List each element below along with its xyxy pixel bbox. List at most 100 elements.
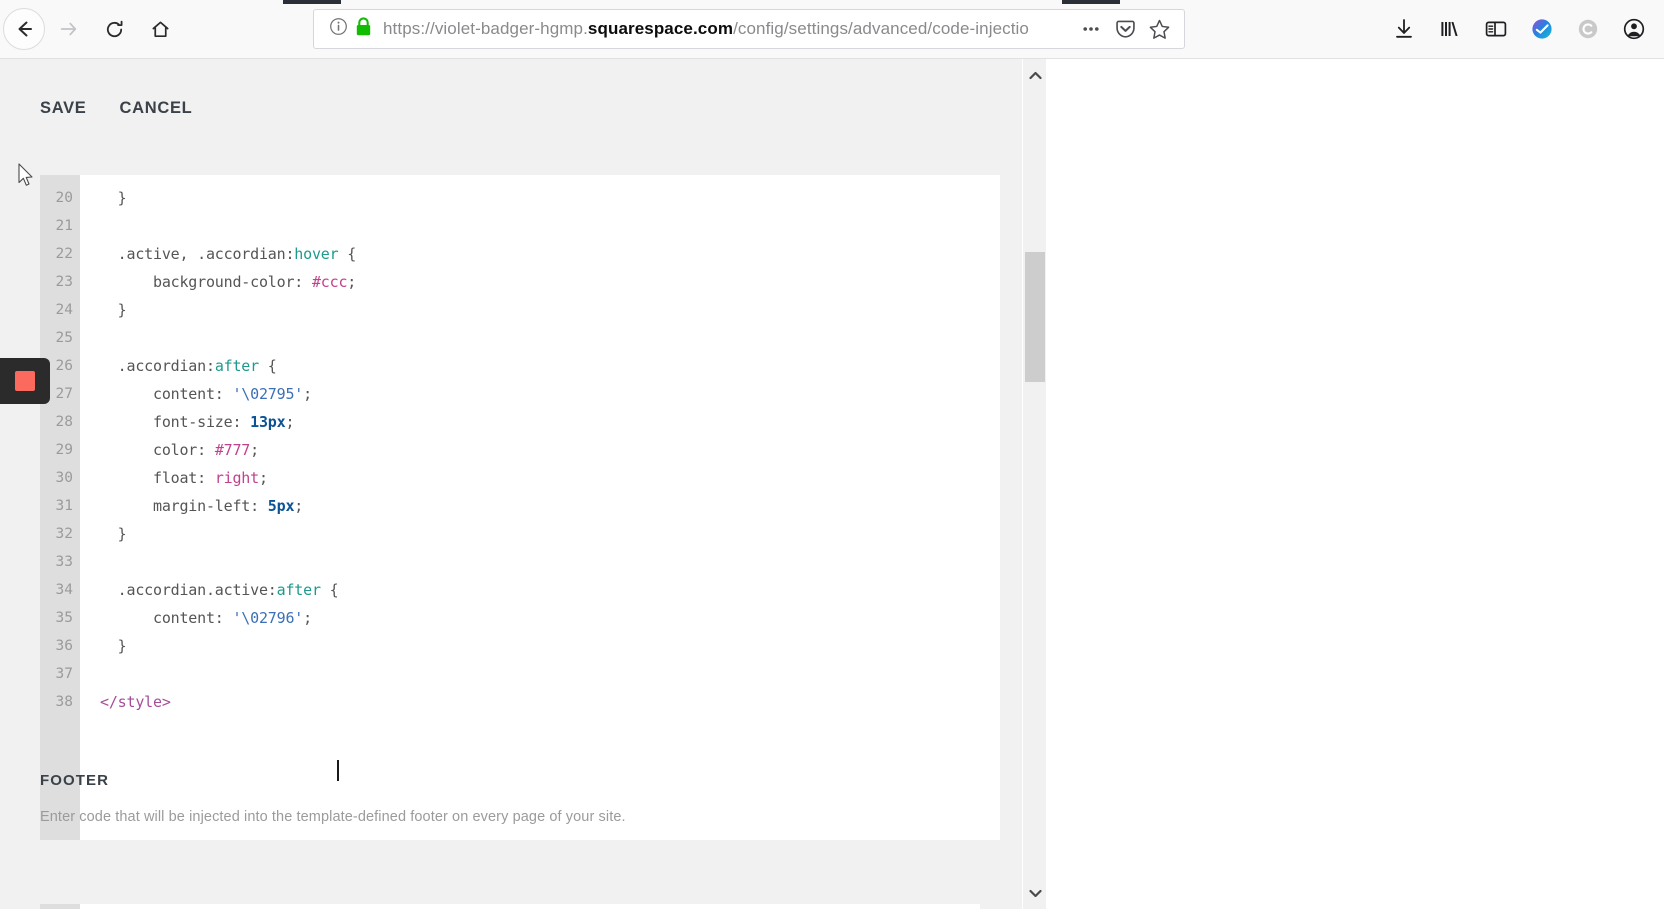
code-token: #777 [214,441,251,459]
code-line[interactable]: 38 </style> [40,688,1000,716]
code-line[interactable]: 26 .accordian:after { [40,352,1000,380]
code-line[interactable]: 27 content: '\02795'; [40,380,1000,408]
sidebar-icon[interactable] [1480,13,1512,45]
editor-action-bar: SAVE CANCEL [40,99,192,118]
line-content[interactable]: margin-left: 5px; [80,497,1000,515]
mouse-cursor [18,163,36,189]
code-token: </style> [100,693,171,711]
code-token: ; [303,609,312,627]
back-button[interactable] [3,8,45,50]
sync-icon[interactable] [1526,13,1558,45]
line-content[interactable]: } [80,637,1000,655]
code-token: margin-left: [100,497,268,515]
code-token: after [214,357,259,375]
code-line[interactable]: 36 } [40,632,1000,660]
chevron-up-icon[interactable] [1023,63,1047,87]
footer-code-editor[interactable] [40,904,980,909]
code-token: #ccc [311,273,348,291]
code-token: ; [250,441,259,459]
browser-chrome: https://violet-badger-hgmp.squarespace.c… [0,0,1664,59]
code-token: .accordian: [100,357,215,375]
reload-button[interactable] [91,6,137,52]
lock-icon[interactable] [355,16,372,42]
code-token: .active, .accordian: [100,245,295,263]
line-content[interactable]: } [80,525,1000,543]
code-token: .accordian.active: [100,581,277,599]
code-token: { [338,245,357,263]
browser-toolbar-right [1388,7,1656,51]
reload-icon [106,20,122,37]
footer-section-description: Enter code that will be injected into th… [40,809,626,825]
code-line[interactable]: 24 } [40,296,1000,324]
code-line[interactable]: 23 background-color: #ccc; [40,268,1000,296]
line-content[interactable]: .active, .accordian:hover { [80,245,1000,263]
line-content[interactable]: content: '\02796'; [80,609,1000,627]
library-icon[interactable] [1434,13,1466,45]
line-content[interactable]: .accordian.active:after { [80,581,1000,599]
code-line[interactable]: 30 float: right; [40,464,1000,492]
code-line[interactable]: 28 font-size: 13px; [40,408,1000,436]
code-token: right [214,469,259,487]
cancel-button[interactable]: CANCEL [120,99,193,118]
line-content[interactable]: .accordian:after { [80,357,1000,375]
line-content[interactable]: content: '\02795'; [80,385,1000,403]
account-icon[interactable] [1618,13,1650,45]
line-number: 21 [40,212,80,240]
code-token: ; [285,413,295,431]
code-token: ; [347,273,357,291]
code-line[interactable]: 32 } [40,520,1000,548]
info-circle-icon[interactable] [329,17,348,41]
code-line[interactable]: 37 [40,660,1000,688]
line-content[interactable]: font-size: 13px; [80,413,1000,431]
page-actions-ellipsis-icon[interactable] [1076,14,1106,44]
code-token: '\02796' [232,609,304,627]
line-number: 38 [40,688,80,716]
code-line[interactable]: 25 [40,324,1000,352]
pocket-icon[interactable] [1110,14,1140,44]
url-bar[interactable]: https://violet-badger-hgmp.squarespace.c… [313,9,1185,49]
screen-record-indicator[interactable] [0,358,50,404]
code-line[interactable]: 21 [40,212,1000,240]
containers-icon[interactable] [1572,13,1604,45]
code-line[interactable]: 34 .accordian.active:after { [40,576,1000,604]
navigation-buttons [0,5,183,53]
page-scrollbar[interactable] [1022,59,1046,909]
chevron-down-icon[interactable] [1023,881,1047,905]
line-number: 34 [40,576,80,604]
line-number: 23 [40,268,80,296]
line-content[interactable]: float: right; [80,469,1000,487]
line-content[interactable]: color: #777; [80,441,1000,459]
line-content[interactable]: } [80,189,1000,207]
code-injection-editor[interactable]: 20 } 21 22 .active, .accordian:hover {23 b… [40,175,1000,840]
home-button[interactable] [137,6,183,52]
code-token: ; [294,497,304,515]
line-content[interactable]: background-color: #ccc; [80,273,1000,291]
code-token: content: [100,385,233,403]
code-token: color: [100,441,215,459]
forward-button[interactable] [45,6,91,52]
code-token: ; [303,385,312,403]
url-bar-actions [1076,14,1174,44]
bookmark-star-icon[interactable] [1144,14,1174,44]
scrollbar-thumb[interactable] [1025,252,1045,382]
url-host: squarespace.com [587,19,734,38]
code-line[interactable]: 29 color: #777; [40,436,1000,464]
url-text: https://violet-badger-hgmp.squarespace.c… [383,19,1076,39]
downloads-icon[interactable] [1388,13,1420,45]
stop-record-square-icon[interactable] [15,371,35,391]
code-line[interactable]: 33 [40,548,1000,576]
save-button[interactable]: SAVE [40,99,87,118]
line-content[interactable]: } [80,301,1000,319]
line-number: 28 [40,408,80,436]
code-token: { [320,581,339,599]
code-token: } [100,525,127,543]
code-token: ; [258,469,268,487]
code-line[interactable]: 31 margin-left: 5px; [40,492,1000,520]
code-line[interactable]: 22 .active, .accordian:hover { [40,240,1000,268]
line-content[interactable]: </style> [80,693,1000,711]
line-number: 22 [40,240,80,268]
code-line[interactable]: 20 } [40,184,1000,212]
line-number: 35 [40,604,80,632]
code-line[interactable]: 35 content: '\02796'; [40,604,1000,632]
forward-arrow-icon [60,22,77,36]
